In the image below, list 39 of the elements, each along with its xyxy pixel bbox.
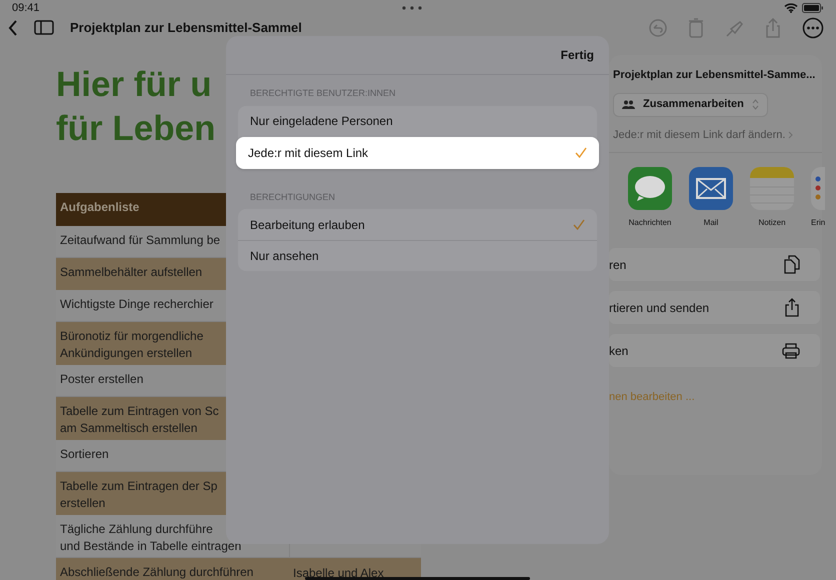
- list-dots-icon[interactable]: [811, 167, 825, 210]
- more-icon[interactable]: [802, 16, 824, 38]
- heading-line: Hier für u: [56, 64, 212, 106]
- action-label: ren: [609, 256, 626, 274]
- app-label: Mail: [704, 217, 718, 229]
- battery-icon: [802, 3, 824, 14]
- option-row[interactable]: Nur eingeladene Personen: [238, 106, 597, 136]
- speech-bubble-icon[interactable]: [628, 167, 672, 210]
- copy-icon[interactable]: [784, 255, 800, 274]
- updown-chevron-icon: [752, 99, 759, 110]
- people-icon: [622, 100, 635, 109]
- collaboration-button[interactable]: Zusammenarbeiten: [613, 92, 768, 116]
- share-icon[interactable]: [784, 298, 800, 317]
- option-row[interactable]: Nur ansehen: [238, 240, 597, 271]
- document-title: Projektplan zur Lebensmittel-Sammel: [70, 18, 302, 37]
- printer-icon[interactable]: [782, 342, 800, 358]
- share-title: Projektplan zur Lebensmittel-Samme...: [613, 68, 816, 83]
- back-icon[interactable]: [8, 20, 18, 36]
- option-label: Nur eingeladene Personen: [250, 113, 393, 130]
- option-label: Jede:r mit diesem Link: [248, 144, 368, 162]
- app-label: Notizen: [758, 217, 786, 229]
- heading-line: für Leben: [56, 108, 216, 150]
- action-label: rtieren und senden: [609, 300, 710, 316]
- action-row[interactable]: ken: [609, 334, 820, 367]
- app-label: Erin: [811, 217, 826, 229]
- chevron-right-icon: [788, 130, 794, 139]
- section-header: BERECHTIGTE BENUTZER:INNEN: [249, 87, 397, 100]
- sidebar-icon[interactable]: [34, 20, 54, 35]
- status-time: 09:41: [12, 1, 40, 16]
- multitasking-dots-icon: [402, 6, 422, 10]
- action-row[interactable]: ren: [609, 248, 820, 281]
- app-label: Nachrichten: [628, 217, 672, 229]
- done-button[interactable]: Fertig: [560, 46, 594, 64]
- action-label: ken: [609, 342, 628, 360]
- wifi-icon: [784, 3, 798, 14]
- action-row[interactable]: rtieren und senden: [609, 291, 820, 324]
- table-cell: Abschließende Zählung durchführen: [56, 558, 289, 580]
- option-row[interactable]: Jede:r mit diesem Link: [236, 136, 599, 168]
- envelope-icon[interactable]: [689, 167, 733, 210]
